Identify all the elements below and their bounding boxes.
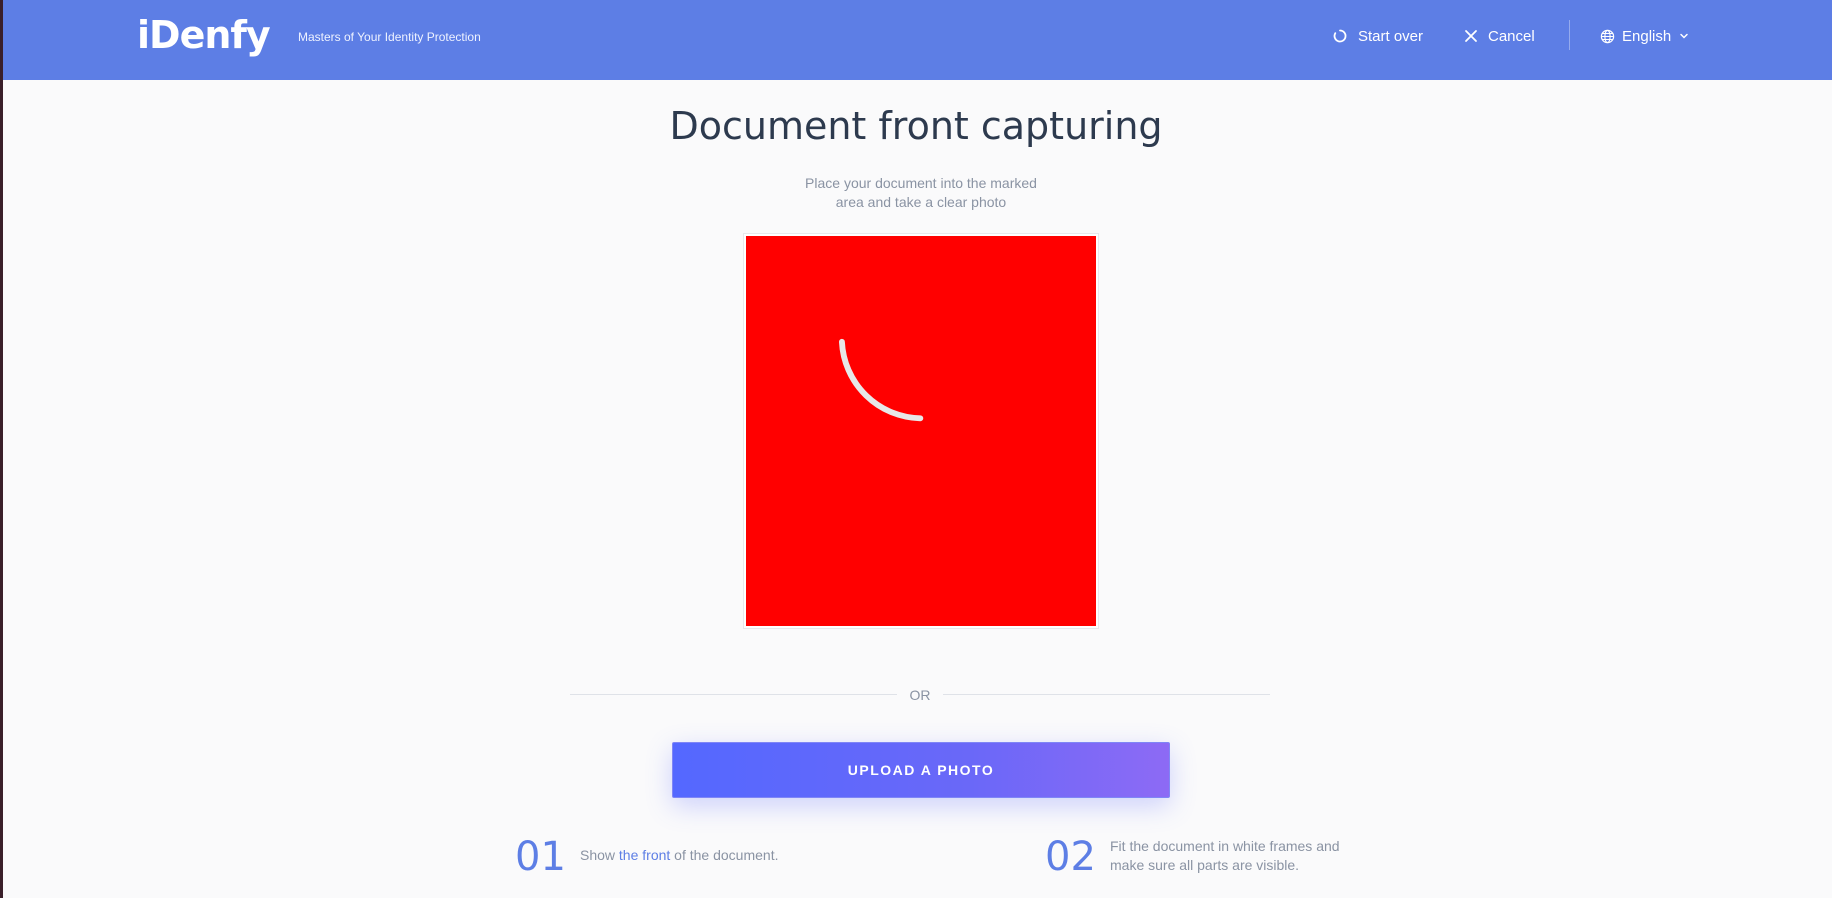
or-divider-left [570,694,897,695]
start-over-button[interactable]: Start over [1332,24,1423,48]
loading-spinner-icon [838,338,924,422]
step-text-2: Fit the document in white frames and mak… [1110,837,1390,875]
language-label: English [1622,27,1672,45]
upload-photo-button[interactable]: UPLOAD A PHOTO [672,742,1170,798]
logo-text: iDenfy [137,13,271,57]
tagline: Masters of Your Identity Protection [298,30,481,44]
cancel-button[interactable]: Cancel [1464,24,1535,48]
logo[interactable]: iDenfy [137,10,271,60]
language-selector[interactable]: English [1600,24,1689,48]
step-1-text-before: Show [580,847,619,863]
step-number-1: 01 [515,834,566,880]
chevron-down-icon [1679,31,1689,41]
or-divider-right [943,694,1270,695]
or-label: OR [909,687,931,703]
close-icon [1464,29,1478,43]
step-1-text-after: of the document. [670,847,779,863]
globe-icon [1600,29,1615,44]
refresh-icon [1332,28,1348,44]
page-title: Document front capturing [669,104,1163,148]
header-divider [1569,20,1570,50]
start-over-label: Start over [1358,27,1424,45]
top-header: iDenfy Masters of Your Identity Protecti… [3,0,1832,80]
camera-capture-area[interactable] [746,236,1096,626]
step-2-line-2: make sure all parts are visible. [1110,857,1300,873]
step-1-highlight: the front [618,847,671,863]
step-2-line-1: Fit the document in white frames and [1110,838,1340,854]
step-number-2: 02 [1045,834,1096,880]
step-text-1: Show the front of the document. [580,846,778,865]
subtitle-line-2: area and take a clear photo [835,194,1007,210]
instructions-subtitle: Place your document into the marked area… [766,174,1076,212]
cancel-label: Cancel [1488,27,1535,45]
subtitle-line-1: Place your document into the marked [805,175,1037,191]
